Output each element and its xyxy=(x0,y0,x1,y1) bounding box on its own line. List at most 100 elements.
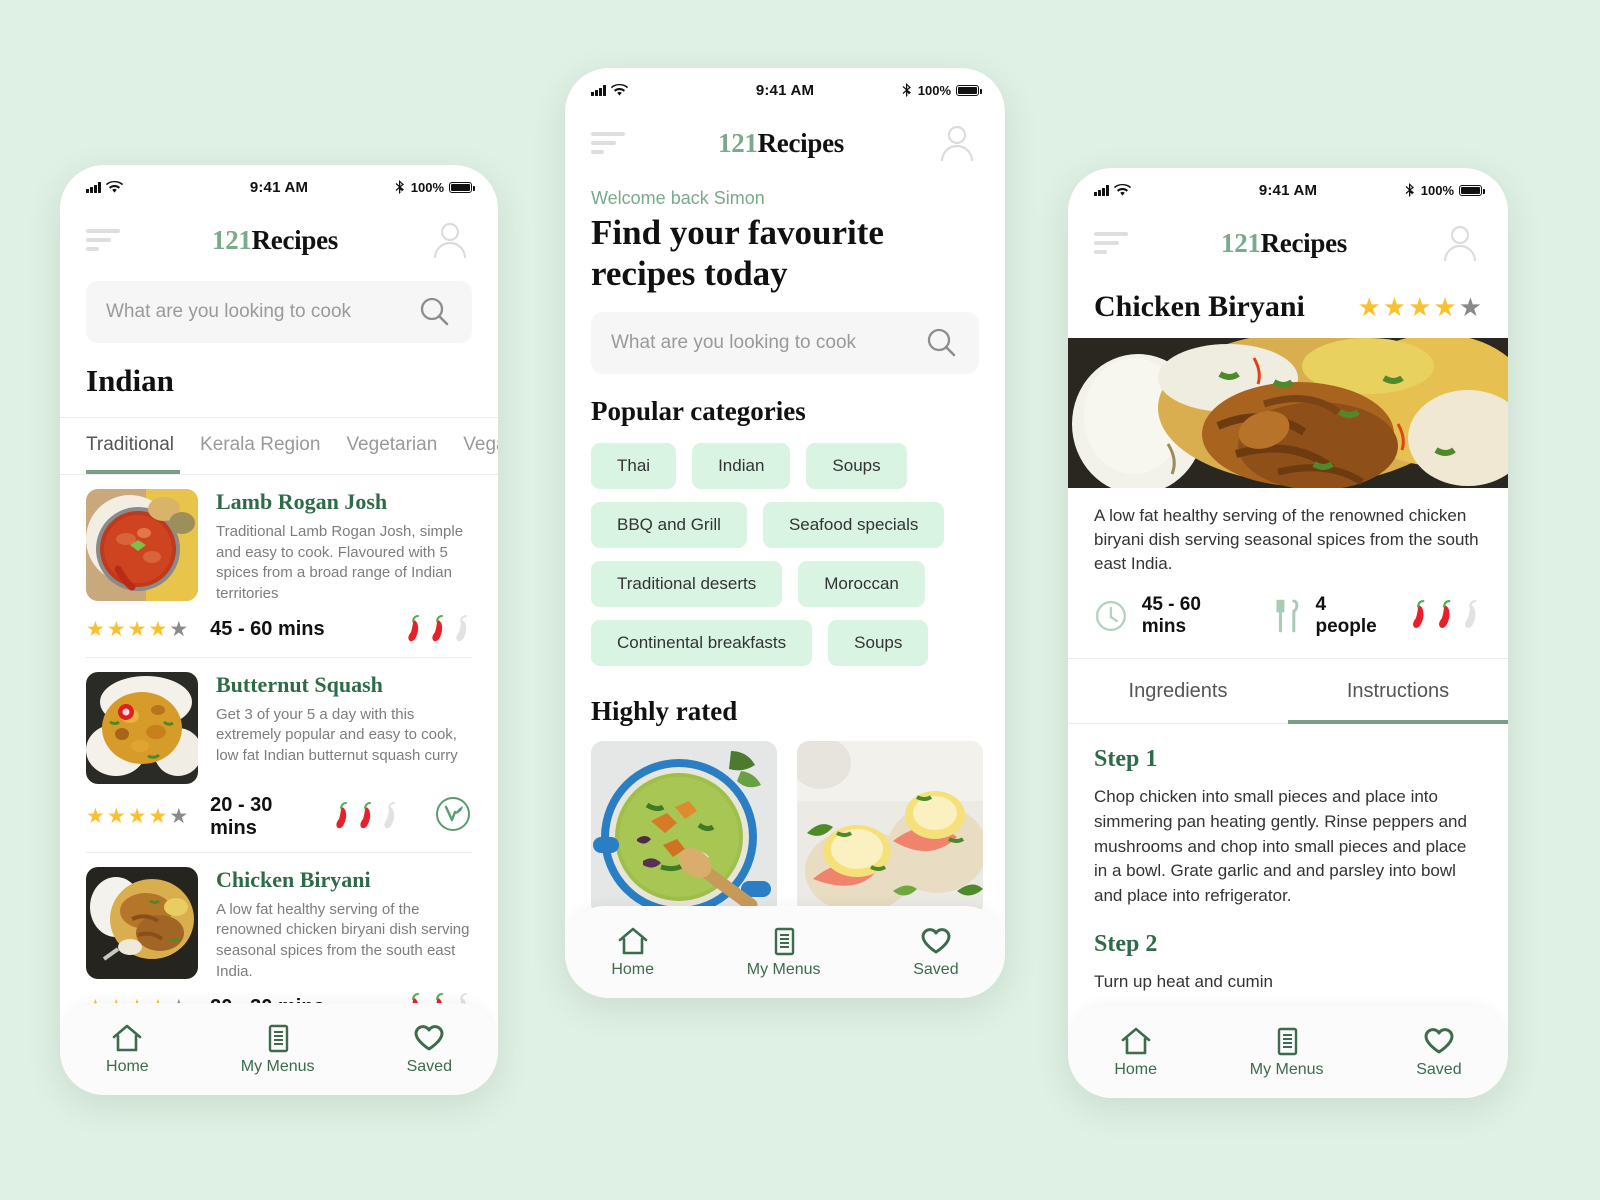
chili-icon xyxy=(1413,600,1425,629)
list-item[interactable]: Butternut Squash Get 3 of your 5 a day w… xyxy=(60,658,498,794)
page-title: Indian xyxy=(86,363,174,398)
tab-kerala-region[interactable]: Kerala Region xyxy=(200,434,320,458)
nav-item-my-menus[interactable]: My Menus xyxy=(747,926,821,979)
step-heading: Step 1 xyxy=(1094,746,1158,773)
highly-rated-heading: Highly rated xyxy=(591,696,738,727)
wifi-icon xyxy=(610,83,628,96)
home-icon xyxy=(113,1024,142,1051)
recipe-time: 45 - 60 mins xyxy=(1141,594,1201,638)
tab-ingredients[interactable]: Ingredients xyxy=(1068,659,1288,723)
nav-item-home[interactable]: Home xyxy=(611,926,654,979)
highly-rated-list xyxy=(565,727,1005,917)
list-item[interactable]: Chicken Biryani A low fat healthy servin… xyxy=(60,853,498,993)
category-chip-indian[interactable]: Indian xyxy=(692,443,791,490)
category-chip-moroccan[interactable]: Moroccan xyxy=(798,561,925,608)
recipe-description: Traditional Lamb Rogan Josh, simple and … xyxy=(216,523,464,603)
highly-rated-card-eggs-benedict[interactable] xyxy=(797,741,983,917)
search-icon[interactable] xyxy=(416,294,452,330)
battery-icon xyxy=(1459,184,1485,196)
page-headline: Find your favourite recipes today xyxy=(591,213,884,293)
bottom-navigation[interactable]: Home My Menus Saved xyxy=(60,1003,498,1095)
welcome-message: Welcome back Simon xyxy=(591,188,765,208)
hamburger-menu-icon[interactable] xyxy=(1094,232,1130,254)
recipe-description: A low fat healthy serving of the renowne… xyxy=(1094,506,1479,574)
recipe-description: A low fat healthy serving of the renowne… xyxy=(216,900,470,980)
nav-item-saved[interactable]: Saved xyxy=(407,1023,452,1076)
profile-avatar-icon[interactable] xyxy=(428,218,472,262)
wifi-icon xyxy=(105,180,123,193)
battery-percent: 100% xyxy=(917,82,951,98)
home-icon xyxy=(1121,1027,1150,1054)
brand-prefix: 121 xyxy=(1221,227,1261,258)
popular-categories-heading: Popular categories xyxy=(591,396,806,427)
category-chip-continental-breakfasts[interactable]: Continental breakfasts xyxy=(591,620,813,667)
nav-label: My Menus xyxy=(746,960,821,978)
app-bar: 121Recipes xyxy=(565,112,1005,174)
brand-prefix: 121 xyxy=(718,127,758,158)
status-bar: 9:41 AM 100% xyxy=(1068,168,1508,212)
chili-icon xyxy=(360,801,371,829)
nav-item-saved[interactable]: Saved xyxy=(1416,1026,1462,1079)
search-input[interactable]: What are you looking to cook xyxy=(86,281,472,343)
rating-stars: ★★★★★ xyxy=(86,805,189,829)
bottom-navigation[interactable]: Home My Menus Saved xyxy=(1068,1006,1508,1098)
tab-instructions[interactable]: Instructions xyxy=(1288,659,1508,725)
category-chip-soups[interactable]: Soups xyxy=(806,443,907,490)
nav-label: Saved xyxy=(1416,1060,1462,1078)
tab-traditional[interactable]: Traditional xyxy=(86,434,174,458)
recipe-title: Butternut Squash xyxy=(216,671,383,697)
chili-icon xyxy=(336,801,347,829)
category-chip-thai[interactable]: Thai xyxy=(591,443,677,490)
recipe-thumbnail-butternut-squash xyxy=(86,671,198,784)
menu-list-icon xyxy=(1277,1027,1297,1055)
step-text: Chop chicken into small pieces and place… xyxy=(1094,787,1467,905)
spice-level xyxy=(402,614,472,645)
phone-screen-recipe-list: 9:41 AM 100% 121Recipes What are you loo… xyxy=(60,165,498,1095)
category-chip-bbq-and-grill[interactable]: BBQ and Grill xyxy=(591,502,747,549)
category-chip-soups-2[interactable]: Soups xyxy=(828,620,929,667)
battery-percent: 100% xyxy=(1420,182,1454,198)
search-input[interactable]: What are you looking to cook xyxy=(591,312,979,375)
brand-prefix: 121 xyxy=(212,224,252,255)
category-chip-traditional-deserts[interactable]: Traditional deserts xyxy=(591,561,783,608)
step-heading: Step 2 xyxy=(1094,930,1158,957)
category-chip-list: Thai Indian Soups BBQ and Grill Seafood … xyxy=(565,427,1005,667)
nav-item-my-menus[interactable]: My Menus xyxy=(1250,1026,1324,1079)
nav-label: Home xyxy=(611,960,655,978)
hamburger-menu-icon[interactable] xyxy=(591,132,627,154)
battery-percent: 100% xyxy=(410,179,444,195)
nav-item-saved[interactable]: Saved xyxy=(913,926,959,979)
nav-item-my-menus[interactable]: My Menus xyxy=(241,1023,315,1076)
category-tabs[interactable]: Traditional Kerala Region Vegetarian Veg… xyxy=(60,417,498,475)
chili-icon xyxy=(1439,600,1451,629)
recipe-thumbnail-chicken-biryani xyxy=(86,866,198,979)
detail-tabs[interactable]: Ingredients Instructions xyxy=(1068,658,1508,725)
step-text: Turn up heat and cumin xyxy=(1094,971,1273,991)
signal-icon xyxy=(591,84,606,96)
search-icon[interactable] xyxy=(923,325,959,361)
signal-icon xyxy=(1094,184,1109,196)
brand-suffix: Recipes xyxy=(251,224,339,255)
category-chip-seafood-specials[interactable]: Seafood specials xyxy=(762,502,945,549)
clock-icon xyxy=(1095,601,1126,632)
nav-item-home[interactable]: Home xyxy=(106,1023,149,1076)
tab-vegetarian[interactable]: Vegetarian xyxy=(346,434,437,458)
profile-avatar-icon[interactable] xyxy=(1438,221,1482,265)
status-time: 9:41 AM xyxy=(755,81,815,99)
bottom-navigation[interactable]: Home My Menus Saved xyxy=(565,906,1005,998)
bluetooth-icon xyxy=(1405,183,1414,197)
tab-vegan[interactable]: Vega xyxy=(463,434,498,458)
nav-item-home[interactable]: Home xyxy=(1114,1026,1157,1079)
profile-avatar-icon[interactable] xyxy=(935,121,979,165)
hamburger-menu-icon[interactable] xyxy=(86,229,122,251)
recipe-thumbnail-lamb-rogan-josh xyxy=(86,489,198,601)
list-item[interactable]: Lamb Rogan Josh Traditional Lamb Rogan J… xyxy=(60,475,498,615)
search-placeholder: What are you looking to cook xyxy=(611,332,857,354)
status-time: 9:41 AM xyxy=(1258,181,1318,199)
vegetarian-badge-icon xyxy=(434,795,472,838)
nav-label: My Menus xyxy=(1249,1060,1324,1078)
rating-stars: ★★★★★ xyxy=(1357,292,1482,322)
recipe-meta-row: ★★★★★ 20 - 30 mins xyxy=(60,794,498,852)
highly-rated-card-green-curry[interactable] xyxy=(591,741,777,917)
app-brand: 121Recipes xyxy=(212,225,338,256)
